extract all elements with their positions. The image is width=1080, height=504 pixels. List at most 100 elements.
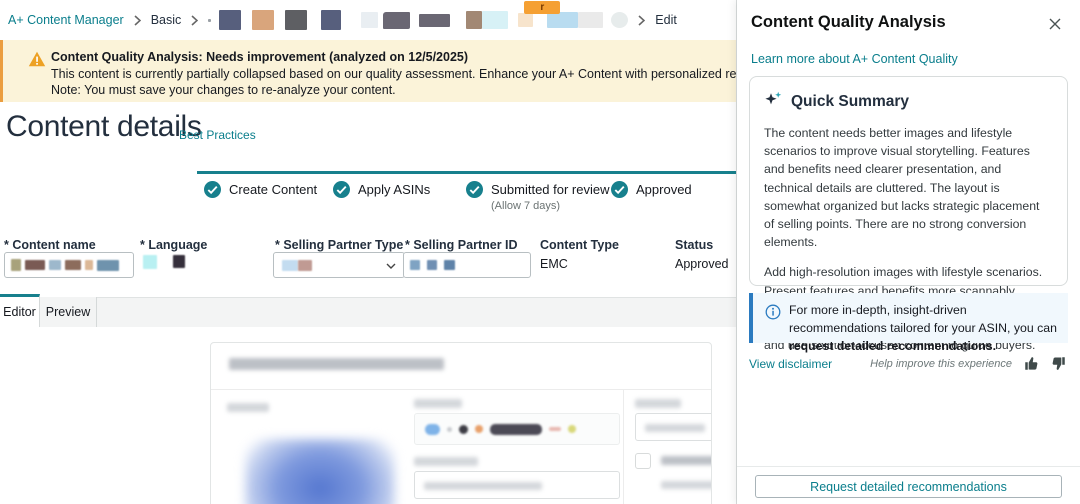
info-note-bold: request detailed recommendations. [789,339,996,353]
status-value: Approved [675,257,729,271]
quick-summary-card: Quick Summary The content needs better i… [749,76,1068,286]
learn-more-link[interactable]: Learn more about A+ Content Quality [751,52,958,66]
app-window: A+ Content Manager Basic r [0,0,1080,504]
request-recommendations-button[interactable]: Request detailed recommendations [755,475,1062,498]
redacted-label [414,399,462,408]
view-disclaimer-link[interactable]: View disclaimer [749,357,832,371]
status-label: Status [675,238,713,252]
redacted-block [459,425,468,434]
redacted-product-image [245,439,395,504]
redacted-label [414,457,478,466]
redacted-block [490,424,542,435]
redacted-block [219,10,241,30]
redacted-block [578,12,603,28]
redacted-block [143,255,157,269]
breadcrumb: A+ Content Manager Basic r [8,8,677,32]
check-circle-icon [333,181,350,203]
redacted-block [427,260,437,270]
step-label: Create Content [229,181,317,197]
redacted-block [549,427,561,431]
divider [211,389,711,390]
quick-summary-paragraph-1: The content needs better images and life… [764,124,1053,251]
redacted-block [447,427,452,432]
info-note-text: For more in-depth, insight-driven recomm… [789,302,1058,355]
quick-summary-header: Quick Summary [764,90,1053,114]
redacted-placeholder [424,482,542,490]
language-label: * Language [140,238,207,252]
step-apply-asins: Apply ASINs [333,181,430,203]
content-name-label: * Content name [4,238,96,252]
info-note-box: For more in-depth, insight-driven recomm… [749,293,1068,343]
tab-preview[interactable]: Preview [40,297,97,327]
redacted-block [321,10,341,30]
sparkle-icon [764,90,783,114]
step-submitted-for-review: Submitted for review (Allow 7 days) [466,181,610,212]
redacted-block [518,13,533,27]
selling-partner-id-input[interactable] [403,252,531,278]
thumbs-up-icon[interactable] [1024,356,1039,371]
quick-summary-title: Quick Summary [791,93,909,111]
redacted-block [65,260,81,270]
banner-body-text: This content is currently partially coll… [51,67,737,81]
content-type-value: EMC [540,257,568,271]
panel-title: Content Quality Analysis [751,13,946,32]
check-circle-icon [204,181,221,203]
redacted-label [661,456,712,465]
page-title: Content details [6,110,202,144]
selling-partner-id-label: * Selling Partner ID [405,238,518,252]
redacted-block [298,260,312,271]
redacted-block [425,424,440,435]
breadcrumb-link-content-manager[interactable]: A+ Content Manager [8,13,124,27]
redacted-block [466,11,482,29]
redacted-block [444,260,455,270]
steps-progress-line [197,171,737,174]
redacted-block [410,260,420,270]
banner-note: Note: You must save your changes to re-a… [51,83,396,97]
step-create-content: Create Content [204,181,317,203]
content-module-card[interactable] [210,342,712,504]
redacted-input[interactable] [414,471,620,499]
step-approved: Approved [611,181,692,203]
breadcrumb-redacted-title: r [208,9,628,31]
chevron-right-icon [134,15,141,26]
check-circle-icon [466,181,483,203]
redacted-block [11,259,21,271]
redacted-text-toolbar [414,413,620,445]
redacted-block [475,425,483,433]
best-practices-link[interactable]: Best Practices [179,128,256,142]
redacted-block [49,260,61,270]
divider [737,466,1080,467]
selling-partner-type-select[interactable] [273,252,405,278]
check-circle-icon [611,181,628,203]
main-content: A+ Content Manager Basic r [0,0,737,504]
selling-partner-type-label: * Selling Partner Type [275,238,403,252]
tab-editor[interactable]: Editor [0,294,40,327]
feedback-label: Help improve this experience [870,358,1012,370]
breadcrumb-item-basic: Basic [151,13,182,27]
redacted-block [611,12,628,28]
redacted-checkbox[interactable] [635,453,651,469]
chevron-down-icon [386,256,396,274]
step-label: Approved [636,181,692,197]
redacted-input[interactable] [635,413,712,441]
redacted-placeholder [645,424,705,432]
warning-triangle-icon [28,51,46,72]
redacted-block [383,12,410,29]
chevron-right-icon [191,15,198,26]
redacted-block [547,12,578,28]
redacted-block [568,425,576,433]
thumbs-down-icon[interactable] [1051,356,1066,371]
divider [623,389,624,504]
redacted-block [208,19,211,22]
close-icon[interactable] [1046,15,1064,33]
content-name-input[interactable] [4,252,134,278]
redacted-label [227,403,269,412]
redacted-label [661,481,712,489]
chevron-right-icon [638,15,645,26]
info-icon [765,304,781,325]
tabbar-filler [40,297,737,327]
redacted-block [282,260,298,271]
banner-body: This content is currently partially coll… [51,67,737,81]
redacted-block [252,10,274,30]
step-label: Apply ASINs [358,181,430,197]
